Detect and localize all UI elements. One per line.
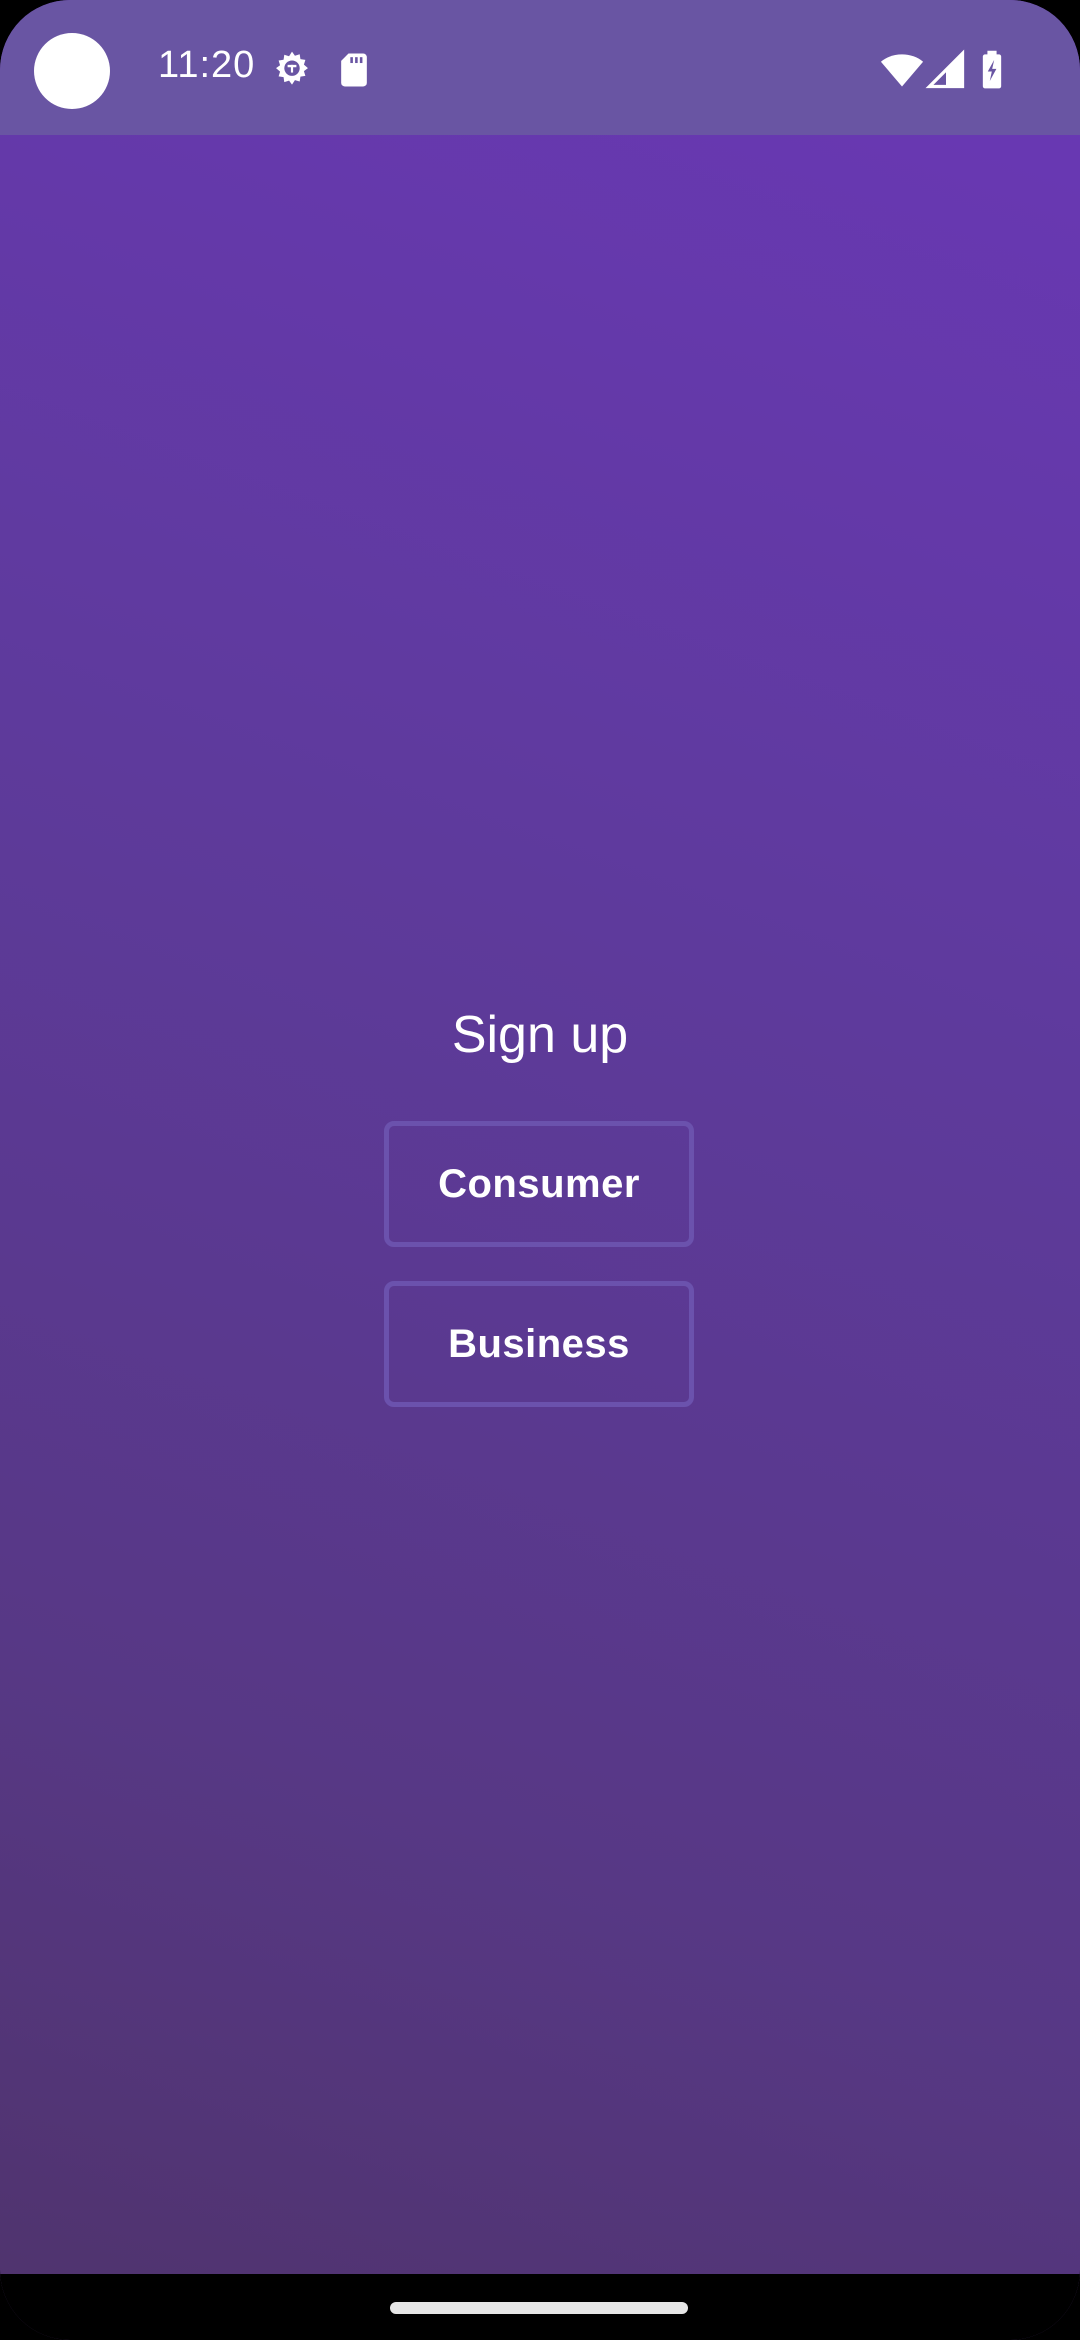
- battery-charging-icon: [970, 48, 1014, 92]
- cellular-signal-icon: [924, 48, 968, 92]
- settings-gear-icon: [270, 48, 314, 92]
- home-gesture-handle[interactable]: [390, 2302, 688, 2314]
- status-time: 11:20: [158, 44, 256, 86]
- business-button-label: Business: [448, 1321, 630, 1366]
- status-bar: 11:20: [0, 0, 1080, 135]
- page-title: Sign up: [451, 1006, 629, 1064]
- consumer-button-label: Consumer: [438, 1161, 640, 1206]
- sd-card-icon: [332, 48, 376, 92]
- consumer-button[interactable]: Consumer: [384, 1121, 694, 1247]
- navigation-bar: [0, 2274, 1080, 2340]
- camera-cutout: [34, 33, 110, 109]
- main-content: Sign up Consumer Business: [0, 135, 1080, 2275]
- wifi-icon: [880, 48, 924, 92]
- app-screen: 11:20 Sign up Consumer Business: [0, 0, 1080, 2340]
- business-button[interactable]: Business: [384, 1281, 694, 1407]
